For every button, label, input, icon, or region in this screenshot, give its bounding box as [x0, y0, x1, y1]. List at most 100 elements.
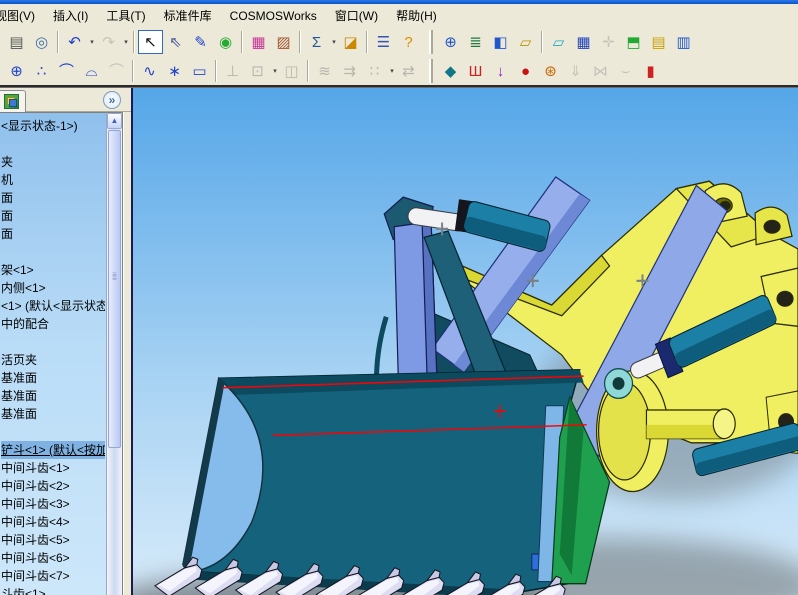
sketch-arc-tool[interactable]: ⌒	[54, 59, 79, 83]
cw-temperature-button[interactable]: ▮	[638, 59, 663, 83]
cw-centrifugal-button[interactable]: ⊛	[538, 59, 563, 83]
undo-button[interactable]: ↶	[62, 30, 87, 54]
menu-item-6[interactable]: 窗口(W)	[326, 4, 387, 27]
cw-restraints-button[interactable]: Ш	[463, 59, 488, 83]
tree-scrollbar[interactable]: ▲ ≡ ≡	[106, 113, 122, 595]
tree-item[interactable]: 中间斗齿<2>	[1, 477, 105, 495]
print-button[interactable]: ▤	[4, 30, 29, 54]
dropdown-caret-icon[interactable]: ▾	[330, 38, 338, 46]
dropdown-caret-icon[interactable]: ▾	[88, 38, 96, 46]
menu-item-7[interactable]: 帮助(H)	[387, 4, 446, 27]
panel-expand-button[interactable]: »	[103, 91, 121, 109]
print-preview-button[interactable]: ◎	[29, 30, 54, 54]
tree-item[interactable]: 面	[1, 189, 105, 207]
tree-item[interactable]: 斗齿<1>	[1, 585, 105, 595]
display-relations-tool[interactable]: ⊡	[245, 59, 270, 83]
feature-manager-panel: » <显示状态-1>) 夹机面面面架<1> 内侧<1> <1> (默认<显示状态 中的配…	[0, 88, 131, 595]
cw-shell-button[interactable]: ⌣	[613, 59, 638, 83]
tree-item[interactable]: 中间斗齿<5>	[1, 531, 105, 549]
tree-item[interactable]: <1> (默认<显示状态	[1, 297, 105, 315]
rebuild-button[interactable]: ◉	[213, 30, 238, 54]
toolbar-handle[interactable]	[429, 30, 433, 54]
tree-item[interactable]: 机	[1, 171, 105, 189]
sketch-rectangle-tool[interactable]: ▭	[187, 59, 212, 83]
sketch-3point-arc-tool[interactable]: ⌓	[79, 59, 104, 83]
tree-item[interactable]: 中间斗齿<7>	[1, 567, 105, 585]
sketch-circle-tool[interactable]: ⊕	[4, 59, 29, 83]
options-button[interactable]: ☰	[371, 30, 396, 54]
menu-item-2[interactable]: 插入(I)	[44, 4, 97, 27]
plane-button[interactable]: ▱	[546, 30, 571, 54]
menu-item-1[interactable]: 视图(V)	[0, 4, 44, 27]
sketch-spline-tool[interactable]: ∿	[137, 59, 162, 83]
sketch-tool[interactable]: ✎	[188, 30, 213, 54]
sketch-3point-arc-icon: ⌓	[85, 62, 98, 80]
zoom-to-fit-button[interactable]: ⊕	[438, 30, 463, 54]
cw-study-button[interactable]: ◆	[438, 59, 463, 83]
model-canvas[interactable]: Y	[133, 88, 798, 595]
cw-connector-button[interactable]: ⋈	[588, 59, 613, 83]
menu-item-3[interactable]: 工具(T)	[97, 4, 154, 27]
help-button[interactable]: ?	[396, 30, 421, 54]
toolbar-handle[interactable]	[429, 59, 433, 83]
edit-component-button[interactable]: ▱	[513, 30, 538, 54]
move-component-button[interactable]: ✛	[596, 30, 621, 54]
linear-pattern-tool[interactable]: ∷	[362, 59, 387, 83]
dynamic-mirror-tool[interactable]: ⇄	[396, 59, 421, 83]
tree-item[interactable]: 活页夹	[1, 351, 105, 369]
tree-item[interactable]: 中间斗齿<3>	[1, 495, 105, 513]
section-properties-button[interactable]: ◪	[338, 30, 363, 54]
tree-item[interactable]: 基准面	[1, 369, 105, 387]
tab-featuremanager[interactable]	[0, 90, 26, 112]
mate-button[interactable]: ▦	[571, 30, 596, 54]
graphics-viewport[interactable]: Y	[131, 88, 798, 595]
plane-icon: ▱	[552, 33, 565, 51]
tree-item[interactable]: 基准面	[1, 387, 105, 405]
offset-entities-tool[interactable]: ≋	[312, 59, 337, 83]
print-icon: ▤	[9, 33, 24, 51]
dropdown-caret-icon[interactable]: ▾	[388, 67, 396, 75]
tree-item[interactable]: 中间斗齿<4>	[1, 513, 105, 531]
measure-button[interactable]: Σ	[304, 30, 329, 54]
select-tool[interactable]: ↖	[138, 30, 163, 54]
texture-button[interactable]: ▨	[271, 30, 296, 54]
select-other-tool[interactable]: ⇖	[163, 30, 188, 54]
panel-splitter[interactable]	[123, 112, 131, 595]
tree-item[interactable]: 夹	[1, 153, 105, 171]
sketch-point-tool[interactable]: ∗	[162, 59, 187, 83]
bucket[interactable]	[182, 368, 584, 595]
add-relation-tool[interactable]: ⊥	[220, 59, 245, 83]
mirror-entities-tool[interactable]: ◫	[279, 59, 304, 83]
tree-item[interactable]: 铲斗<1> (默认<按加	[1, 441, 105, 459]
interference-detection-button[interactable]: ▥	[671, 30, 696, 54]
rebuild-icon: ◉	[218, 33, 233, 51]
tree-item[interactable]: 中间斗齿<1>	[1, 459, 105, 477]
cw-gravity-button[interactable]: ●	[513, 59, 538, 83]
tree-item[interactable]: 内侧<1>	[1, 279, 105, 297]
tree-item[interactable]: 面	[1, 207, 105, 225]
tree-item[interactable]: 中的配合	[1, 315, 105, 333]
menu-item-4[interactable]: 标准件库	[155, 4, 221, 27]
exploded-view-button[interactable]: ⬒	[621, 30, 646, 54]
dropdown-caret-icon[interactable]: ▾	[271, 67, 279, 75]
redo-button[interactable]: ↷	[96, 30, 121, 54]
new-part-button[interactable]: ◧	[488, 30, 513, 54]
cw-remote-load-button[interactable]: ⇓	[563, 59, 588, 83]
scrollbar-grip-icon: ≡ ≡	[112, 270, 117, 283]
tree-item[interactable]: 中间斗齿<6>	[1, 549, 105, 567]
tree-item[interactable]: 面	[1, 225, 105, 243]
tree-item[interactable]: 基准面	[1, 405, 105, 423]
sketch-fillet-tool[interactable]: ⌒	[104, 59, 129, 83]
scrollbar-up-icon[interactable]: ▲	[107, 113, 122, 129]
menu-item-5[interactable]: COSMOSWorks	[221, 6, 326, 26]
scrollbar-thumb[interactable]: ≡ ≡	[108, 130, 121, 448]
sketch-spline-points-tool[interactable]: ∴	[29, 59, 54, 83]
tree-item[interactable]: 架<1>	[1, 261, 105, 279]
convert-entities-tool[interactable]: ⇉	[337, 59, 362, 83]
edit-color-button[interactable]: ▦	[246, 30, 271, 54]
cw-force-button[interactable]: ↓	[488, 59, 513, 83]
dropdown-caret-icon[interactable]: ▾	[122, 38, 130, 46]
tree-item[interactable]: <显示状态-1>)	[1, 117, 105, 135]
smart-fasteners-button[interactable]: ▤	[646, 30, 671, 54]
featuremanager-button[interactable]: ≣	[463, 30, 488, 54]
